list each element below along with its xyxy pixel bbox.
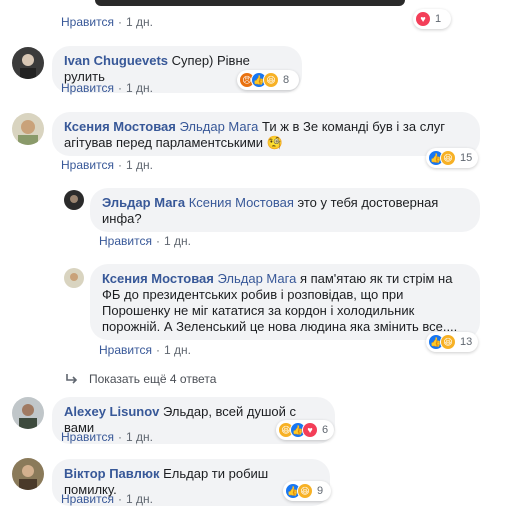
timestamp[interactable]: 1 дн.: [164, 343, 191, 357]
comment-author[interactable]: Віктор Павлюк: [64, 466, 159, 481]
comment-author[interactable]: Ксения Мостовая: [102, 271, 214, 286]
comment-actions: Нравится · 1 дн.: [61, 158, 153, 172]
comment-author[interactable]: Ксения Мостовая: [64, 119, 176, 134]
avatar[interactable]: [12, 458, 44, 490]
love-icon: ♥: [302, 422, 318, 438]
avatar[interactable]: [12, 113, 44, 145]
reactions-summary[interactable]: ♥ 1: [413, 9, 451, 29]
haha-icon: 😆: [440, 150, 456, 166]
comment-actions: Нравится · 1 дн.: [61, 15, 153, 29]
timestamp[interactable]: 1 дн.: [126, 158, 153, 172]
comment-actions: Нравится · 1 дн.: [99, 343, 191, 357]
avatar[interactable]: [64, 190, 84, 210]
reply-arrow-icon: [66, 374, 78, 384]
post-image-partial: [95, 0, 405, 6]
reactions-summary[interactable]: 😠 👍 😆 8: [237, 70, 299, 90]
reactions-summary[interactable]: 😆 👍 ♥ 6: [276, 420, 334, 440]
comment-bubble: Ксения Мостовая Эльдар Мага Ти ж в Зе ко…: [52, 112, 480, 156]
comment-author[interactable]: Эльдар Мага: [102, 195, 185, 210]
reactions-summary[interactable]: 👍 😆 15: [426, 148, 478, 168]
like-link[interactable]: Нравится: [61, 492, 114, 506]
haha-icon: 😆: [263, 72, 279, 88]
timestamp[interactable]: 1 дн.: [126, 81, 153, 95]
comment-mention[interactable]: Эльдар Мага: [218, 271, 297, 286]
comment-mention[interactable]: Ксения Мостовая: [189, 195, 294, 210]
show-more-replies-button[interactable]: Показать ещё 4 ответа: [65, 372, 216, 386]
reactions-summary[interactable]: 👍 😆 13: [426, 332, 478, 352]
reply-bubble: Ксения Мостовая Эльдар Мага я пам'ятаю я…: [90, 264, 480, 340]
timestamp[interactable]: 1 дн.: [164, 234, 191, 248]
like-link[interactable]: Нравится: [99, 234, 152, 248]
like-link[interactable]: Нравится: [61, 158, 114, 172]
like-link[interactable]: Нравится: [99, 343, 152, 357]
reactions-summary[interactable]: 👍 😆 9: [283, 481, 331, 501]
comment-actions: Нравится · 1 дн.: [61, 81, 153, 95]
comment-actions: Нравится · 1 дн.: [61, 430, 153, 444]
comment-author[interactable]: Alexey Lisunov: [64, 404, 159, 419]
reply-bubble: Эльдар Мага Ксения Мостовая это у тебя д…: [90, 188, 480, 232]
timestamp[interactable]: 1 дн.: [126, 492, 153, 506]
love-icon: ♥: [415, 11, 431, 27]
like-link[interactable]: Нравится: [61, 430, 114, 444]
avatar[interactable]: [12, 47, 44, 79]
comment-author[interactable]: Ivan Chuguevets: [64, 53, 168, 68]
comment-mention[interactable]: Эльдар Мага: [180, 119, 259, 134]
comment-actions: Нравится · 1 дн.: [61, 492, 153, 506]
timestamp[interactable]: 1 дн.: [126, 430, 153, 444]
haha-icon: 😆: [297, 483, 313, 499]
haha-icon: 😆: [440, 334, 456, 350]
avatar[interactable]: [64, 268, 84, 288]
like-link[interactable]: Нравится: [61, 15, 114, 29]
timestamp[interactable]: 1 дн.: [126, 15, 153, 29]
avatar[interactable]: [12, 397, 44, 429]
like-link[interactable]: Нравится: [61, 81, 114, 95]
comment-actions: Нравится · 1 дн.: [99, 234, 191, 248]
